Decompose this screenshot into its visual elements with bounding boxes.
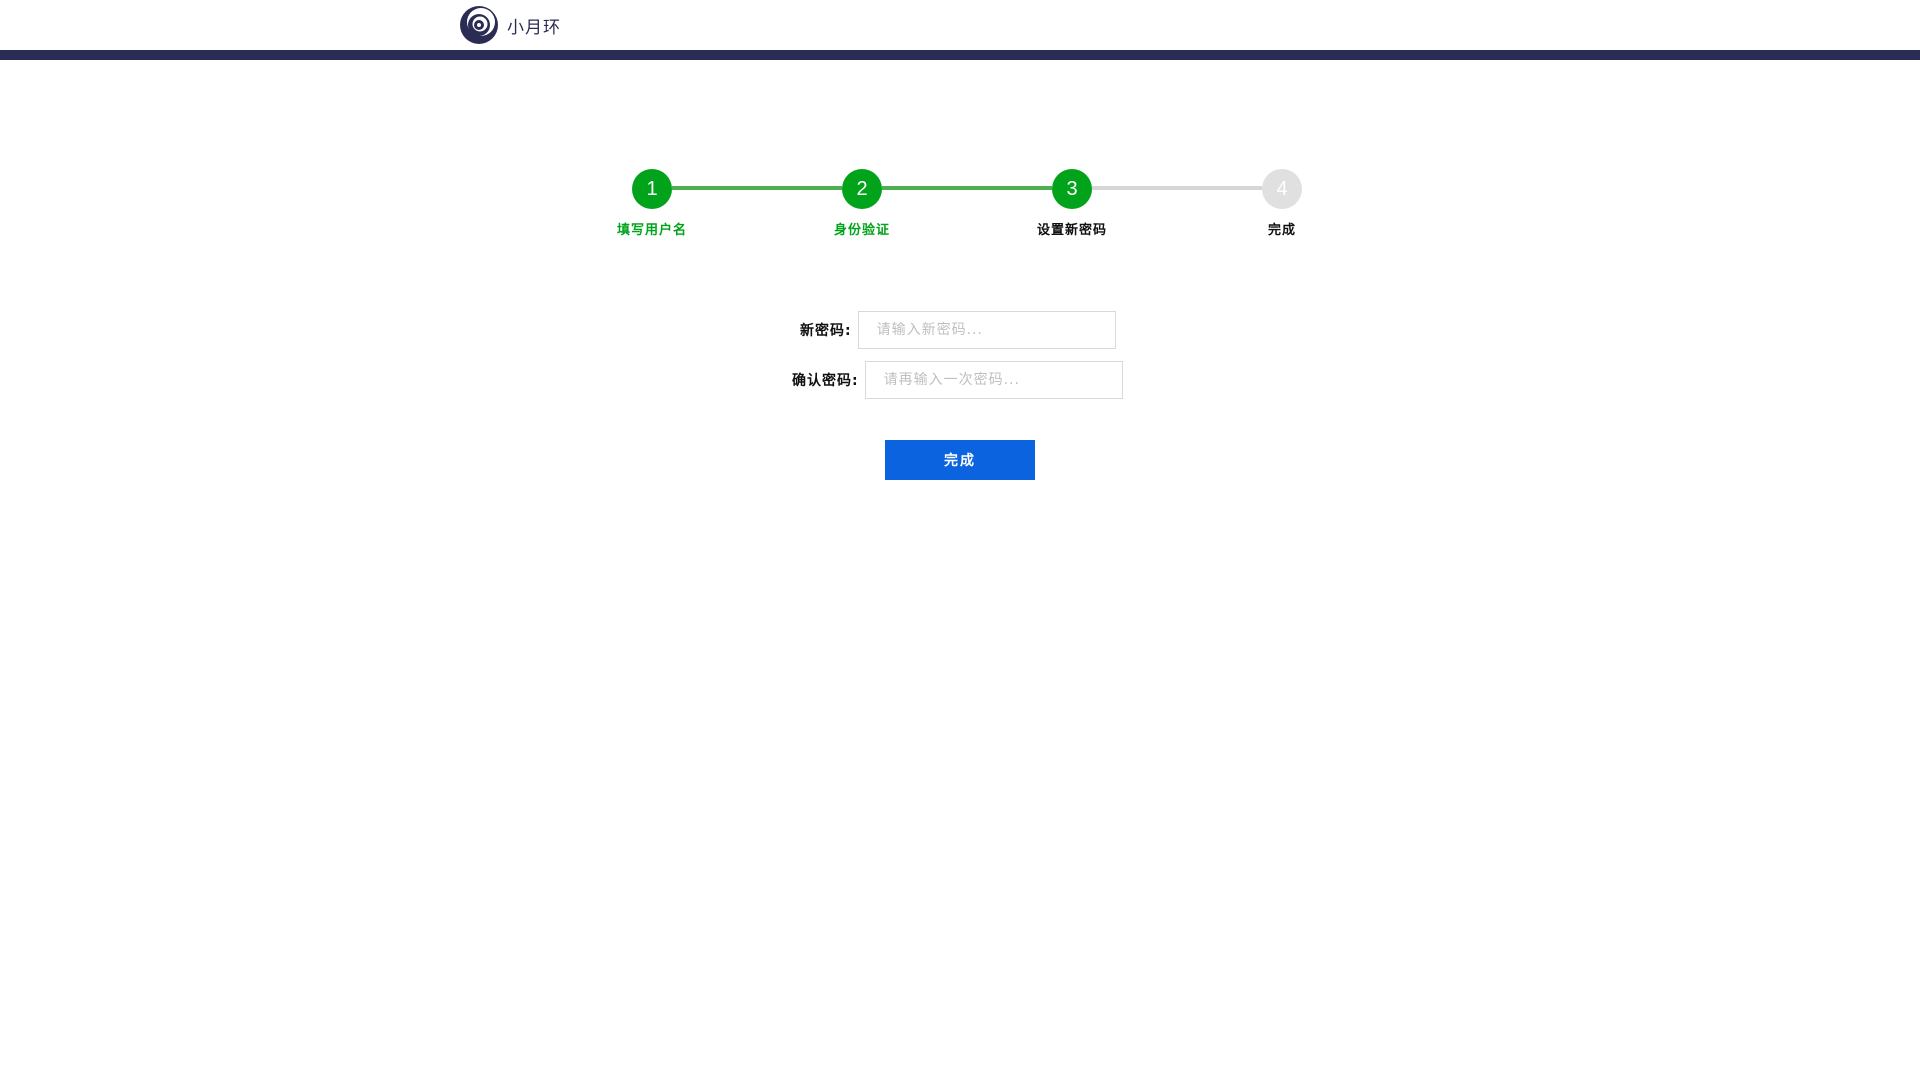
step-connector-3-4	[1092, 186, 1262, 190]
step-4-circle: 4	[1262, 169, 1302, 209]
step-2-label: 身份验证	[833, 223, 890, 238]
confirm-password-label: 确认密码:	[792, 373, 859, 389]
new-password-row: 新密码:	[800, 310, 1116, 350]
step-connector-2-3	[882, 186, 1052, 190]
finish-button[interactable]: 完成	[885, 440, 1035, 480]
step-3-label: 设置新密码	[1036, 223, 1107, 238]
confirm-password-input[interactable]	[864, 361, 1123, 399]
new-password-label: 新密码:	[800, 323, 852, 339]
step-2-circle: 2	[842, 169, 882, 209]
new-password-input[interactable]	[857, 311, 1116, 349]
step-4-label: 完成	[1267, 223, 1296, 238]
step-connector-1-2	[672, 186, 842, 190]
progress-steps: 1 2 3 4 填写用户名 身份验证 设置新密码 完成	[0, 0, 1920, 260]
confirm-password-row: 确认密码:	[792, 360, 1123, 400]
step-1-circle: 1	[632, 169, 672, 209]
step-1-label: 填写用户名	[616, 223, 687, 238]
step-3-circle: 3	[1052, 169, 1092, 209]
